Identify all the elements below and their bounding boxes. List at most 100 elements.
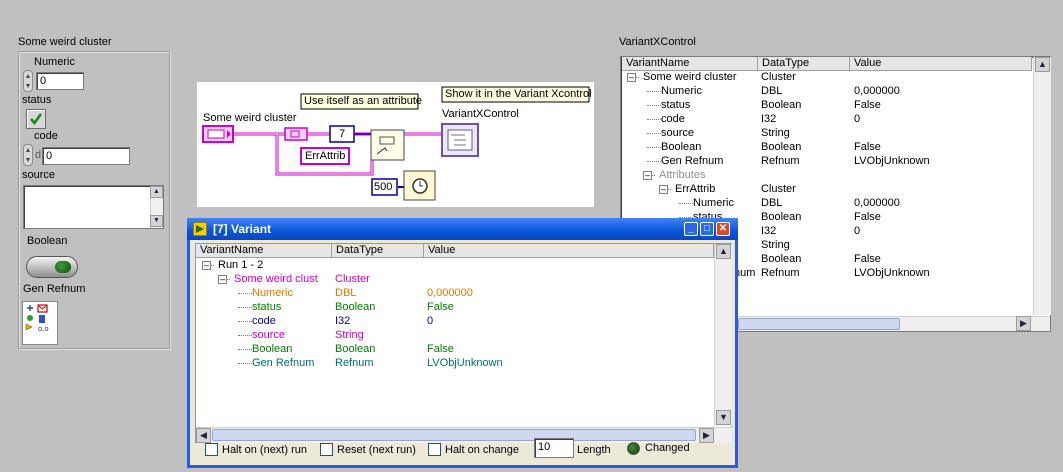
to-variant-node: [284, 127, 308, 141]
halt-on-change-checkbox[interactable]: [428, 443, 441, 456]
column-header-type[interactable]: DataType: [758, 57, 850, 71]
tree-item-name: Run 1 - 2: [218, 259, 264, 271]
boolean-led-icon: [55, 261, 71, 273]
tree-row[interactable]: Gen Refnum Refnum LVObjUnknown: [196, 356, 731, 370]
tree-collapse-icon[interactable]: –: [659, 185, 668, 194]
tree-item-type: Cluster: [761, 71, 796, 83]
status-label: status: [22, 94, 52, 106]
probe-scroll-up-icon[interactable]: ▲: [716, 244, 731, 259]
tree-collapse-icon[interactable]: –: [218, 275, 227, 284]
tree-row[interactable]: – Some weird clust Cluster: [196, 272, 731, 286]
probe-vertical-scrollbar[interactable]: ▲ ▼: [714, 244, 732, 426]
source-scroll-up-icon[interactable]: ▲: [150, 186, 163, 198]
probe-column-header-name[interactable]: VariantName: [196, 244, 332, 258]
tree-row[interactable]: – Run 1 - 2: [196, 258, 731, 272]
tree-connector: [647, 161, 661, 162]
tree-item-name: status: [661, 99, 691, 111]
tree-row[interactable]: source String: [196, 328, 731, 342]
vx-hscroll-thumb[interactable]: [738, 318, 900, 330]
tree-connector: [238, 307, 252, 308]
column-header-name[interactable]: VariantName: [622, 57, 758, 71]
tree-item-type: Boolean: [761, 211, 802, 223]
code-radix: d: [35, 149, 42, 161]
tree-row[interactable]: Boolean Boolean False: [196, 342, 731, 356]
source-textbox[interactable]: [23, 185, 164, 229]
probe-scroll-down-icon[interactable]: ▼: [716, 410, 731, 425]
source-scroll-down-icon[interactable]: ▼: [150, 215, 163, 227]
tree-item-type: Boolean: [761, 99, 802, 111]
maximize-icon[interactable]: □: [700, 222, 714, 236]
tree-item-name: code: [252, 315, 276, 327]
tree-item-name: Gen Refnum: [661, 155, 724, 167]
boolean-toggle-button[interactable]: [26, 256, 78, 278]
tree-item-type: Boolean: [761, 141, 802, 153]
status-checkbox[interactable]: [26, 109, 46, 129]
tree-item-name: Numeric: [693, 197, 734, 209]
column-header-value[interactable]: Value: [850, 57, 1032, 71]
tree-row[interactable]: – Some weird cluster Cluster: [621, 70, 1050, 84]
tree-item-type: String: [761, 239, 790, 251]
gen-refnum-label: Gen Refnum: [23, 283, 86, 295]
minimize-icon[interactable]: _: [684, 222, 698, 236]
tree-item-type: I32: [335, 315, 351, 327]
tree-connector: [647, 119, 661, 120]
tree-item-value: False: [854, 99, 881, 111]
length-input[interactable]: 10: [534, 438, 574, 458]
numeric-label: Numeric: [34, 56, 75, 68]
tree-row[interactable]: Numeric DBL 0,000000: [621, 84, 1050, 98]
tree-item-type: I32: [761, 225, 777, 237]
tree-item-name: Numeric: [661, 85, 702, 97]
halt-on-change-label: Halt on change: [445, 444, 519, 456]
tree-connector: [238, 321, 252, 322]
tree-item-name: source: [252, 329, 286, 341]
tree-collapse-icon[interactable]: –: [202, 261, 211, 270]
tree-item-value: False: [427, 343, 454, 355]
tree-row[interactable]: – Attributes: [621, 168, 1050, 182]
set-variant-attribute-node: [370, 129, 405, 161]
variant-probe-tree[interactable]: VariantName DataType Value – Run 1 - 2– So…: [195, 243, 732, 443]
source-scrollbar[interactable]: ▲ ▼: [150, 186, 163, 228]
tree-row[interactable]: code I32 0: [196, 314, 731, 328]
tree-item-name: ErrAttrib: [675, 183, 716, 195]
halt-next-run-checkbox[interactable]: [205, 443, 218, 456]
tree-row[interactable]: Numeric DBL 0,000000: [196, 286, 731, 300]
tree-row[interactable]: status Boolean False: [621, 98, 1050, 112]
vx-scroll-up-icon[interactable]: ▲: [1035, 57, 1050, 72]
tree-item-name: Attributes: [659, 169, 706, 181]
tree-item-name: Gen Refnum: [252, 357, 315, 369]
reset-next-run-checkbox[interactable]: [320, 443, 333, 456]
tree-row[interactable]: Numeric DBL 0,000000: [621, 196, 1050, 210]
tree-item-name: status: [252, 301, 282, 313]
tree-item-type: Refnum: [761, 155, 800, 167]
probe-scroll-left-icon[interactable]: ◀: [196, 428, 211, 443]
probe-column-header-value[interactable]: Value: [424, 244, 714, 258]
window-titlebar[interactable]: [7] Variant _ □ ✕: [187, 218, 738, 240]
probe-hscroll-thumb[interactable]: [212, 429, 696, 441]
numeric-increment-arrows[interactable]: [23, 70, 33, 92]
code-increment-arrows[interactable]: [23, 144, 33, 166]
close-icon[interactable]: ✕: [716, 222, 730, 236]
tree-item-type: Boolean: [335, 301, 376, 313]
vx-scroll-right-icon[interactable]: ▶: [1016, 316, 1031, 331]
tree-connector: [238, 335, 252, 336]
probe-scroll-right-icon[interactable]: ▶: [699, 428, 714, 443]
tree-row[interactable]: source String: [621, 126, 1050, 140]
tree-item-type: Boolean: [761, 253, 802, 265]
tree-collapse-icon[interactable]: –: [643, 171, 652, 180]
tree-row[interactable]: code I32 0: [621, 112, 1050, 126]
tree-row[interactable]: – ErrAttrib Cluster: [621, 182, 1050, 196]
refnum-icon: o.o: [22, 301, 58, 345]
code-input[interactable]: 0: [42, 147, 130, 165]
tree-item-value: 0,000000: [854, 85, 900, 97]
block-diagram: Some weird cluster Use itself as an attr…: [197, 82, 594, 207]
numeric-input[interactable]: 0: [36, 72, 84, 90]
tree-row[interactable]: status Boolean False: [196, 300, 731, 314]
tree-item-name: code: [661, 113, 685, 125]
tree-row[interactable]: Gen Refnum Refnum LVObjUnknown: [621, 154, 1050, 168]
probe-column-header-type[interactable]: DataType: [332, 244, 424, 258]
tree-row[interactable]: Boolean Boolean False: [621, 140, 1050, 154]
vx-vertical-scrollbar[interactable]: ▲: [1033, 57, 1051, 315]
tree-item-value: LVObjUnknown: [854, 267, 930, 279]
tree-collapse-icon[interactable]: –: [627, 73, 636, 82]
tree-item-name: Some weird cluster: [643, 71, 737, 83]
